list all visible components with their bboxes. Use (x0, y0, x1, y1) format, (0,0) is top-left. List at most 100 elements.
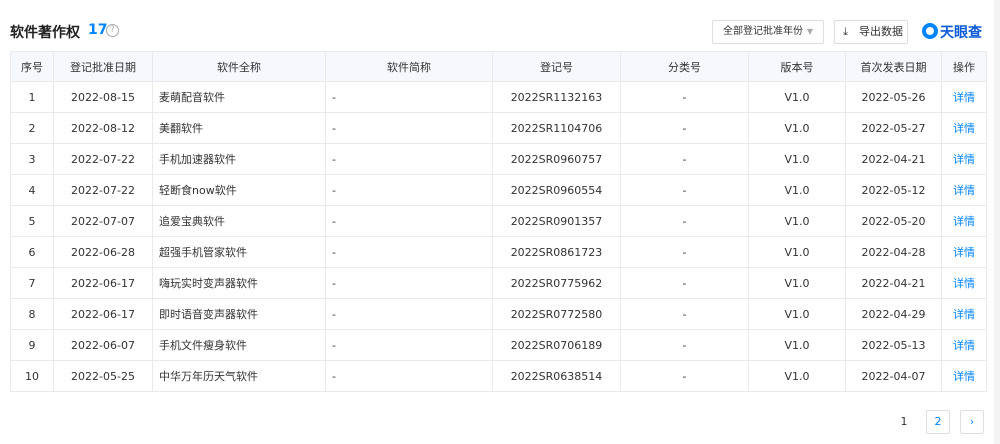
first-publish-date-cell: 2022-05-12 (845, 174, 942, 206)
first-publish-date-cell: 2022-04-21 (845, 143, 942, 175)
approval-date-cell: 2022-05-25 (53, 360, 153, 392)
help-icon[interactable]: ? (106, 24, 119, 37)
approval-date-cell: 2022-06-28 (53, 236, 153, 268)
page-2-button[interactable]: 2 (926, 410, 950, 434)
detail-link[interactable]: 详情 (953, 370, 975, 383)
column-header: 分类号 (620, 51, 749, 82)
detail-link[interactable]: 详情 (953, 153, 975, 166)
version-number-cell: V1.0 (748, 174, 846, 206)
software-name-cell: 嗨玩实时变声器软件 (152, 267, 326, 299)
software-name-cell: 中华万年历天气软件 (152, 360, 326, 392)
panel-title: 软件著作权 (10, 25, 80, 41)
detail-link-cell: 详情 (941, 236, 987, 268)
column-header: 登记批准日期 (53, 51, 153, 82)
classification-number-cell: - (620, 205, 749, 237)
registration-number-cell: 2022SR0960554 (492, 174, 621, 206)
software-short-name-cell: - (325, 360, 493, 392)
row-number-cell: 10 (10, 360, 54, 392)
row-number-cell: 8 (10, 298, 54, 330)
first-publish-date-cell: 2022-05-27 (845, 112, 942, 144)
registration-number-cell: 2022SR0775962 (492, 267, 621, 299)
table-row: 3 2022-07-22 手机加速器软件 -2022SR0960757- V1.0 202… (10, 143, 987, 175)
software-name-cell: 手机文件瘦身软件 (152, 329, 326, 361)
row-number-cell: 4 (10, 174, 54, 206)
detail-link[interactable]: 详情 (953, 215, 975, 228)
registration-number-cell: 2022SR0638514 (492, 360, 621, 392)
panel-header: 软件著作权 17 ? 全部登记批准年份 ▼ ⤓ 导出数据 天眼查 (10, 20, 986, 44)
version-number-cell: V1.0 (748, 112, 846, 144)
classification-number-cell: - (620, 143, 749, 175)
table-row: 2 2022-08-12 美翻软件 -2022SR1104706- V1.0 2022-0… (10, 112, 987, 144)
software-name-cell: 手机加速器软件 (152, 143, 326, 175)
approval-date-cell: 2022-07-22 (53, 143, 153, 175)
approval-date-cell: 2022-06-17 (53, 298, 153, 330)
classification-number-cell: - (620, 174, 749, 206)
software-name-cell: 即时语音变声器软件 (152, 298, 326, 330)
detail-link-cell: 详情 (941, 267, 987, 299)
detail-link-cell: 详情 (941, 112, 987, 144)
row-number-cell: 7 (10, 267, 54, 299)
classification-number-cell: - (620, 81, 749, 113)
copyright-table: 序号 登记批准日期 软件全称 软件简称 登记号 分类号 版本号 首次发表日期 操作 1 2022-… (10, 51, 987, 392)
detail-link[interactable]: 详情 (953, 91, 975, 104)
detail-link[interactable]: 详情 (953, 308, 975, 321)
copyright-panel: 软件著作权 17 ? 全部登记批准年份 ▼ ⤓ 导出数据 天眼查 序号 登记批准日… (0, 0, 994, 444)
column-header: 软件全称 (152, 51, 326, 82)
column-header: 操作 (941, 51, 987, 82)
classification-number-cell: - (620, 360, 749, 392)
registration-number-cell: 2022SR1132163 (492, 81, 621, 113)
version-number-cell: V1.0 (748, 236, 846, 268)
year-filter-label: 全部登记批准年份 (723, 26, 803, 37)
table-row: 8 2022-06-17 即时语音变声器软件 -2022SR0772580- V1.0 2… (10, 298, 987, 330)
page-1-button[interactable]: 1 (892, 410, 916, 434)
detail-link[interactable]: 详情 (953, 184, 975, 197)
table-row: 1 2022-08-15 麦萌配音软件 -2022SR1132163- V1.0 2022… (10, 81, 987, 113)
column-header: 首次发表日期 (845, 51, 942, 82)
classification-number-cell: - (620, 329, 749, 361)
software-short-name-cell: - (325, 267, 493, 299)
approval-date-cell: 2022-07-07 (53, 205, 153, 237)
table-row: 4 2022-07-22 轻断食now软件 -2022SR0960554- V1.0 20… (10, 174, 987, 206)
detail-link[interactable]: 详情 (953, 339, 975, 352)
detail-link[interactable]: 详情 (953, 277, 975, 290)
detail-link-cell: 详情 (941, 174, 987, 206)
detail-link[interactable]: 详情 (953, 122, 975, 135)
classification-number-cell: - (620, 267, 749, 299)
classification-number-cell: - (620, 112, 749, 144)
row-number-cell: 9 (10, 329, 54, 361)
table-header-row: 序号 登记批准日期 软件全称 软件简称 登记号 分类号 版本号 首次发表日期 操作 (10, 51, 987, 82)
detail-link-cell: 详情 (941, 143, 987, 175)
row-number-cell: 1 (10, 81, 54, 113)
row-number-cell: 5 (10, 205, 54, 237)
column-header: 登记号 (492, 51, 621, 82)
export-data-button[interactable]: ⤓ 导出数据 (834, 20, 908, 44)
row-number-cell: 6 (10, 236, 54, 268)
approval-date-cell: 2022-06-17 (53, 267, 153, 299)
registration-number-cell: 2022SR0901357 (492, 205, 621, 237)
table-body: 1 2022-08-15 麦萌配音软件 -2022SR1132163- V1.0 2022… (10, 81, 987, 392)
software-short-name-cell: - (325, 174, 493, 206)
version-number-cell: V1.0 (748, 298, 846, 330)
software-short-name-cell: - (325, 298, 493, 330)
software-name-cell: 美翻软件 (152, 112, 326, 144)
software-short-name-cell: - (325, 112, 493, 144)
registration-number-cell: 2022SR0772580 (492, 298, 621, 330)
classification-number-cell: - (620, 298, 749, 330)
detail-link[interactable]: 详情 (953, 246, 975, 259)
row-number-cell: 2 (10, 112, 54, 144)
row-number-cell: 3 (10, 143, 54, 175)
next-page-button[interactable]: › (960, 410, 984, 434)
caret-down-icon: ▼ (806, 27, 813, 36)
column-header: 版本号 (748, 51, 846, 82)
first-publish-date-cell: 2022-05-13 (845, 329, 942, 361)
approval-date-cell: 2022-07-22 (53, 174, 153, 206)
registration-number-cell: 2022SR0706189 (492, 329, 621, 361)
registration-number-cell: 2022SR0960757 (492, 143, 621, 175)
classification-number-cell: - (620, 236, 749, 268)
approval-date-cell: 2022-08-15 (53, 81, 153, 113)
registration-number-cell: 2022SR0861723 (492, 236, 621, 268)
table-row: 10 2022-05-25 中华万年历天气软件 -2022SR0638514- V1.0… (10, 360, 987, 392)
detail-link-cell: 详情 (941, 360, 987, 392)
first-publish-date-cell: 2022-04-29 (845, 298, 942, 330)
year-filter-select[interactable]: 全部登记批准年份 ▼ (712, 20, 824, 44)
